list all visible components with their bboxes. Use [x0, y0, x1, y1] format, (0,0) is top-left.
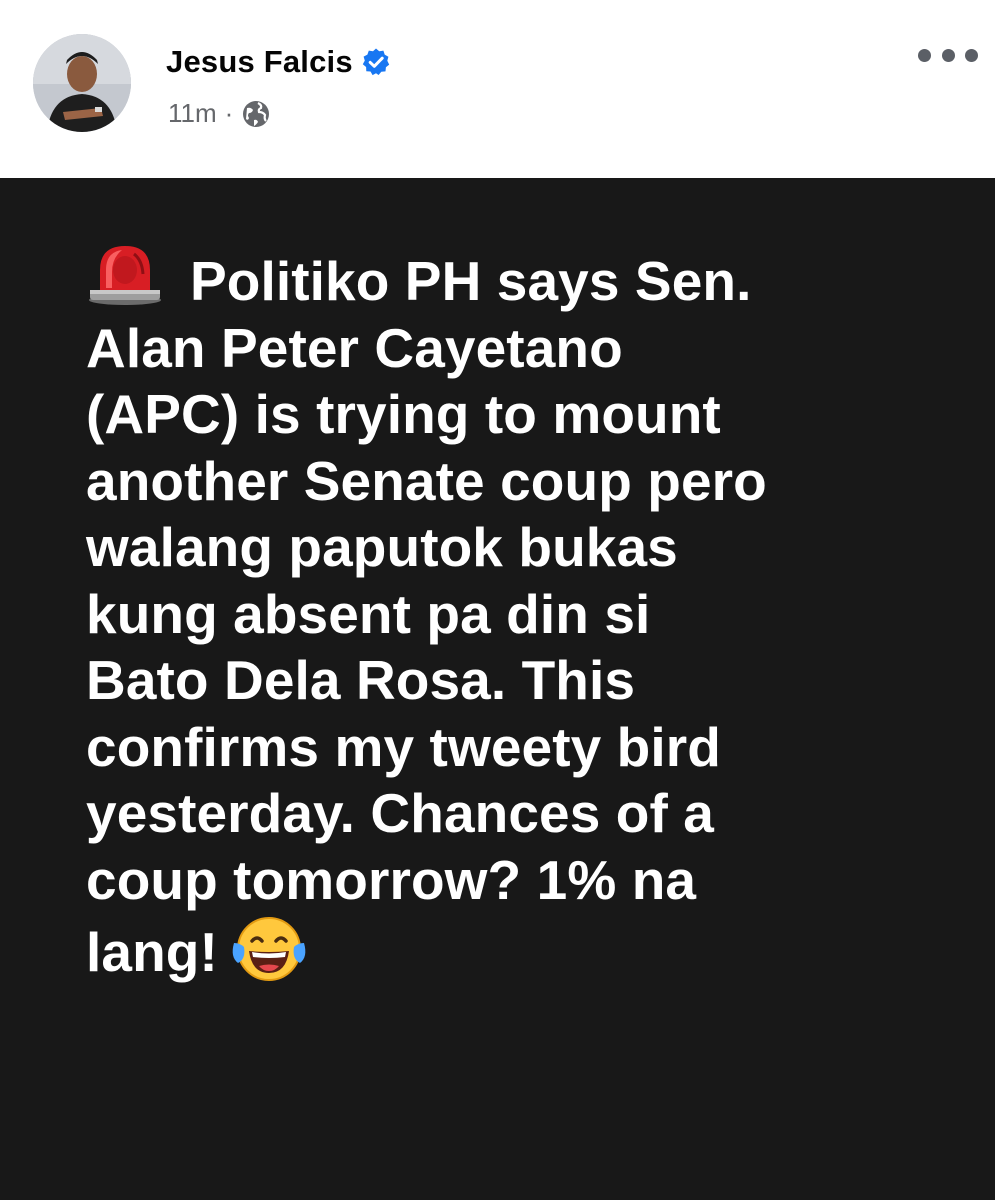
more-options-icon[interactable] — [918, 40, 978, 70]
facebook-post: Jesus Falcis 11m · Politiko PH says Sen.… — [0, 0, 995, 1200]
author-name-text[interactable]: Jesus Falcis — [166, 44, 353, 80]
post-timestamp[interactable]: 11m — [168, 98, 217, 129]
author-name[interactable]: Jesus Falcis — [166, 44, 391, 80]
author-avatar[interactable] — [33, 34, 131, 132]
post-text: Politiko PH says Sen. Alan Peter Cayetan… — [86, 250, 767, 983]
tears-of-joy-emoji — [232, 917, 306, 981]
police-siren-emoji — [89, 246, 161, 305]
meta-separator: · — [224, 98, 234, 128]
post-header: Jesus Falcis 11m · — [0, 0, 995, 178]
verified-badge-icon — [362, 48, 389, 76]
more-dot — [941, 48, 955, 62]
post-body: Politiko PH says Sen. Alan Peter Cayetan… — [86, 240, 956, 986]
profile-photo — [33, 34, 131, 132]
post-meta: 11m · — [168, 98, 271, 129]
more-dot — [965, 48, 978, 62]
more-dot — [918, 48, 931, 62]
globe-icon[interactable] — [241, 99, 271, 129]
post-text-card: Politiko PH says Sen. Alan Peter Cayetan… — [0, 178, 995, 1200]
